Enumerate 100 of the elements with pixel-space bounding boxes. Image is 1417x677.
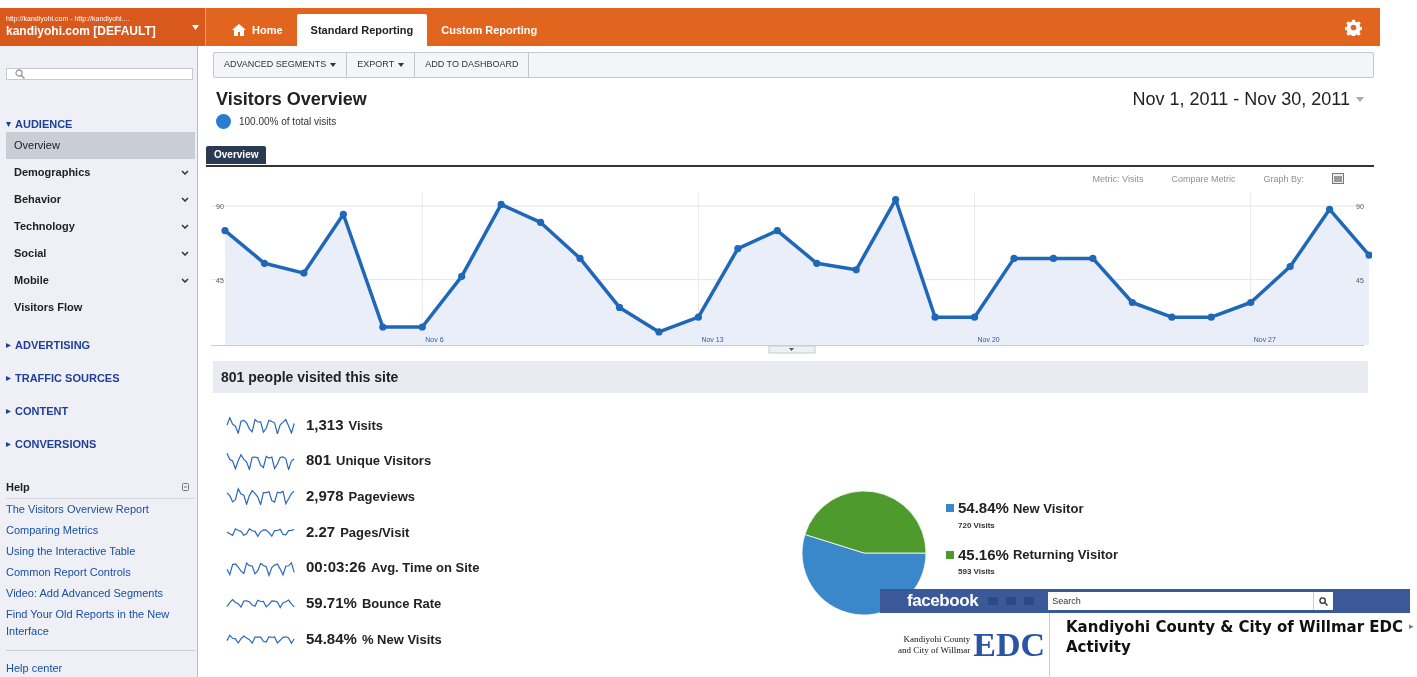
triangle-icon [6,408,11,414]
search-icon [1319,596,1329,606]
caret-icon [192,24,199,30]
nav-item[interactable]: Overview [6,132,195,159]
metric-value: 2,978 [306,485,344,506]
metric-value: 2.27 [306,521,336,542]
section-header[interactable]: TRAFFIC SOURCES [6,370,195,386]
data-point[interactable] [418,323,426,331]
help-link[interactable]: Find Your Old Reports in the New Interface [6,603,195,642]
collapse-icon [182,483,189,492]
graph-option[interactable]: Graph By: [1263,173,1304,185]
data-point[interactable] [694,313,702,321]
search-button[interactable] [1313,592,1334,610]
data-point[interactable] [1365,251,1372,259]
section-header[interactable]: CONTENT [6,403,195,419]
help-center-link[interactable]: Help center [6,661,63,674]
date-range: Nov 1, 2011 - Nov 30, 2011 [1132,88,1350,111]
summary-heading: 801 people visited this site [221,367,399,387]
triangle-icon [6,121,11,127]
metric-label: Pageviews [348,487,416,506]
data-point[interactable] [1010,254,1018,262]
nav-tab[interactable]: Standard Reporting [296,14,428,46]
data-point[interactable] [931,313,939,321]
toolbar-button[interactable]: ADD TO DASHBOARD [415,53,530,77]
pie-slice[interactable] [804,490,927,554]
nav-item[interactable]: Technology [6,213,195,240]
data-point[interactable] [537,218,545,226]
help-link[interactable]: Comparing Metrics [6,519,195,541]
metric-label: Avg. Time on Site [371,559,480,578]
data-point[interactable] [655,328,663,336]
data-point[interactable] [260,259,269,267]
data-point[interactable] [497,200,505,209]
section-header[interactable]: ADVERTISING [6,337,195,353]
nav-item[interactable]: Visitors Flow [6,294,195,321]
triangle-icon [6,342,11,348]
data-point[interactable] [1207,313,1215,321]
data-point[interactable] [1049,254,1058,262]
data-point[interactable] [615,303,624,311]
nav-item[interactable]: Mobile [6,267,195,294]
data-point[interactable] [1128,298,1136,307]
data-point[interactable] [1089,254,1097,262]
data-point[interactable] [1168,313,1176,321]
arrow-icon[interactable]: ▸ [1409,620,1414,634]
legend-label: Returning Visitor [1012,546,1119,564]
data-point[interactable] [379,323,387,331]
nav-item[interactable]: Behavior [6,186,195,213]
facebook-logo[interactable]: facebook [907,588,979,614]
legend-label: New Visitor [1012,499,1084,518]
metric-value: 1,313 [306,414,344,435]
date-range-picker[interactable]: Nov 1, 2011 - Nov 30, 2011 [1132,86,1364,113]
data-point[interactable] [339,210,347,218]
help-link[interactable]: Video: Add Advanced Segments [6,582,195,604]
collapse-handle[interactable] [768,345,816,354]
metric-value: 00:03:26 [306,557,367,578]
data-point[interactable] [892,195,900,204]
sparkline [226,487,296,506]
metric-label: Unique Visitors [336,452,432,471]
search-icon [15,69,25,79]
toolbar-button[interactable]: ADVANCED SEGMENTS [214,53,348,77]
help-heading: Help [6,480,30,495]
settings-icon[interactable] [1345,19,1362,36]
report-title: Visitors Overview [216,88,367,110]
metric-label: Visits [348,416,383,435]
toolbar-button[interactable]: EXPORT [347,53,416,77]
data-point[interactable] [300,269,308,277]
nav-item[interactable]: Demographics [6,159,195,186]
caret-icon [1356,97,1364,102]
logo-text: Kandiyohi County [903,634,971,645]
help-link[interactable]: Common Report Controls [6,561,195,583]
data-point[interactable] [773,227,781,235]
metric-value: 59.71% [306,593,357,614]
legend-visits: 593 Visits [958,566,996,578]
data-point[interactable] [576,254,584,262]
search-field[interactable] [6,68,193,80]
data-point[interactable] [970,313,979,321]
metric-label: % New Visits [361,630,442,649]
data-point[interactable] [221,227,229,235]
segment-icon [216,114,231,129]
nav-item[interactable]: Social [6,240,195,267]
data-point[interactable] [458,272,466,280]
data-point[interactable] [852,266,860,274]
help-link[interactable]: Using the Interactive Table [6,540,195,562]
section-header[interactable]: CONVERSIONS [6,436,195,452]
help-link[interactable]: The Visitors Overview Report [6,498,195,520]
home-icon [232,24,246,36]
triangle-icon [6,441,11,447]
data-point[interactable] [813,259,821,267]
sparkline [226,415,296,434]
data-point[interactable] [1286,262,1294,271]
search-field[interactable]: Search [1048,592,1314,610]
page-title: Kandiyohi County & City of Willmar EDC [1066,617,1403,637]
metric-label: Pages/Visit [340,523,410,542]
metric-label: Bounce Rate [361,595,442,614]
data-point[interactable] [734,244,742,253]
data-point[interactable] [1247,298,1255,307]
data-point[interactable] [1326,205,1334,213]
page-subtitle: Activity [1066,637,1132,657]
section-header[interactable]: AUDIENCE [6,116,195,132]
legend-visits: 720 Visits [958,519,996,532]
graph-tab[interactable]: Overview [206,145,267,164]
